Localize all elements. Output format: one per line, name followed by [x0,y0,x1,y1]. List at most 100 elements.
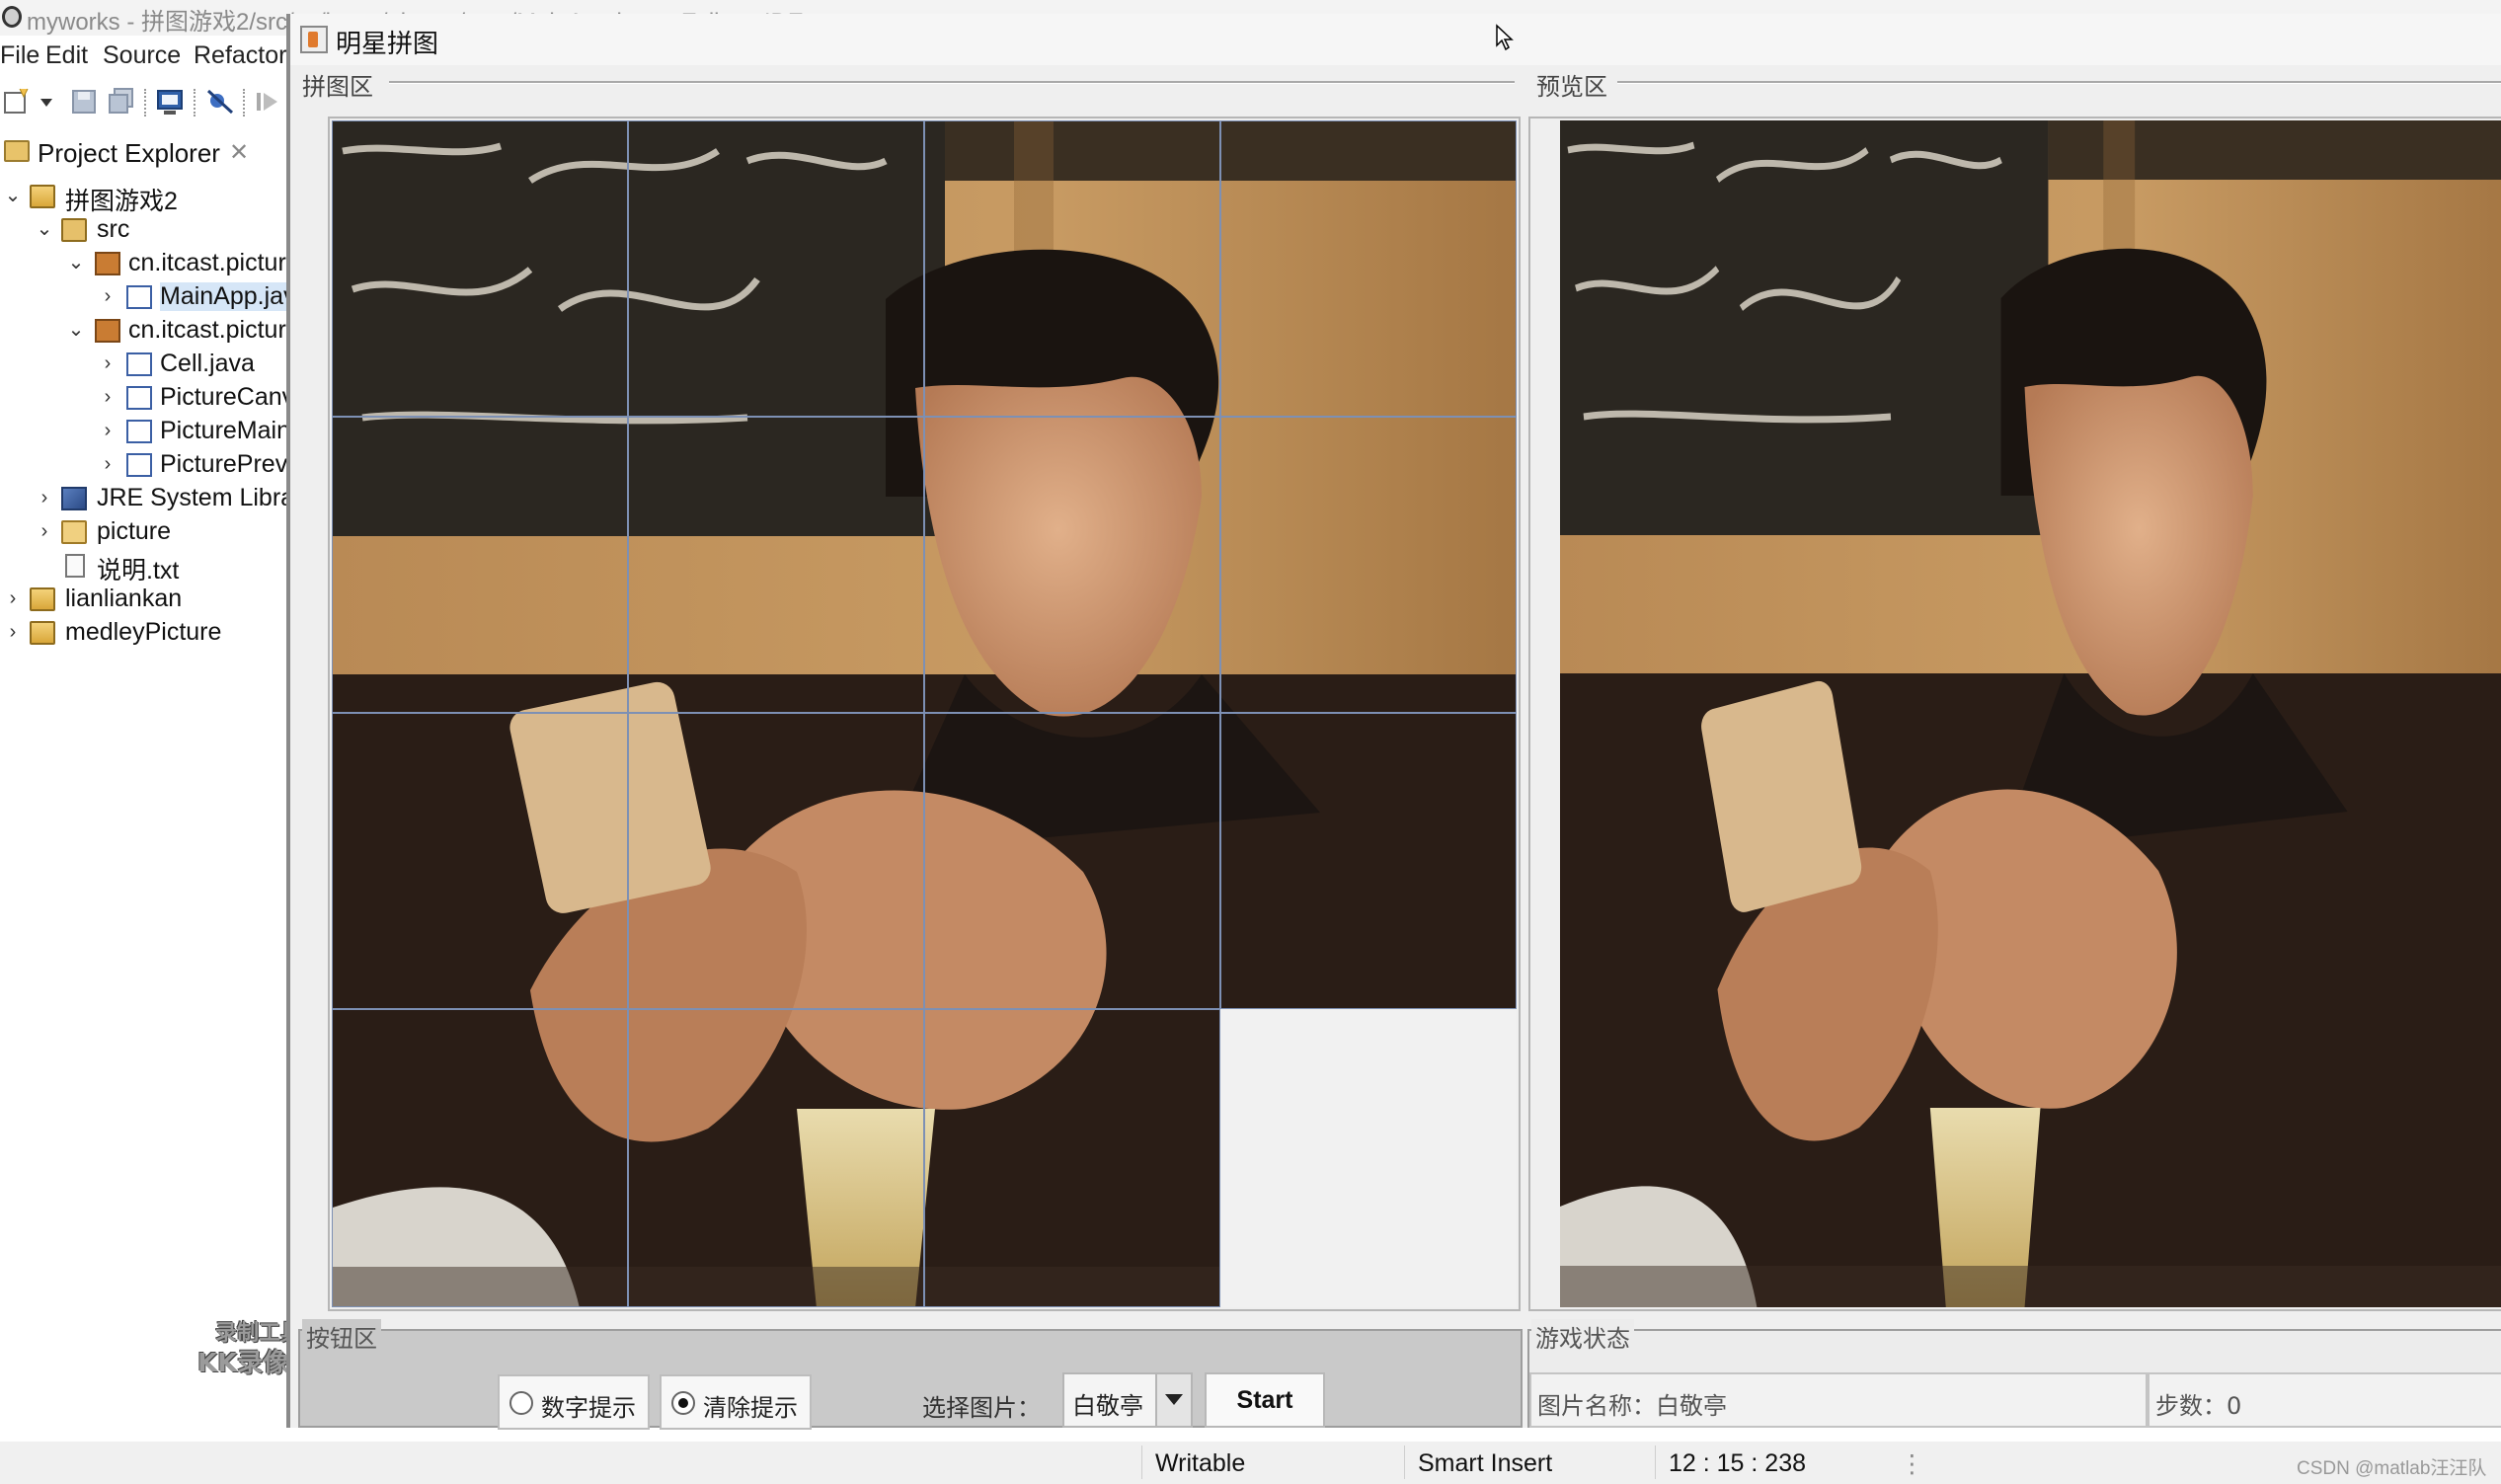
java-file-icon [126,352,152,376]
steps-field: 步数：0 [2148,1372,2501,1428]
chevron-down-icon[interactable]: ⌄ [4,184,22,207]
image-select-dropdown[interactable]: 白敬亭 [1062,1372,1193,1428]
puzzle-tile[interactable] [1220,120,1517,417]
tree-item-label: Cell.java [160,350,255,377]
image-name-text: 图片名称：白敬亭 [1537,1392,1727,1420]
java-file-icon [126,285,152,309]
chevron-right-icon[interactable]: › [36,486,53,509]
chevron-right-icon[interactable]: › [99,452,117,476]
chevron-right-icon[interactable]: › [99,351,117,375]
puzzle-tile[interactable] [332,713,628,1009]
dropdown-arrow-icon[interactable] [38,87,55,117]
close-icon[interactable]: ✕ [229,138,249,167]
project-explorer-tab[interactable]: Project Explorer ✕ [0,132,296,174]
puzzle-tile[interactable] [924,1009,1220,1307]
tree-item-label: picture [97,517,172,545]
tree-item-label: JRE System Library [97,484,296,511]
chevron-right-icon[interactable]: › [99,419,117,442]
puzzle-app-window: 明星拼图 拼图区 预览区 按钮区 数字提示 清除提示 选择图片： 白敬亭 Sta… [286,14,2501,1430]
chevron-down-icon[interactable]: ⌄ [67,318,85,342]
project-icon [30,185,55,208]
start-button[interactable]: Start [1205,1372,1325,1428]
source-folder-icon [61,218,87,242]
resume-icon[interactable] [253,87,282,117]
app-content: 拼图区 预览区 按钮区 数字提示 清除提示 选择图片： 白敬亭 Start 游戏… [290,65,2501,1430]
panel-border-line [1617,81,2501,84]
save-all-icon[interactable] [107,87,136,117]
mouse-cursor-icon [1496,24,1514,51]
tree-item-label: cn.itcast.picture.com [128,249,296,276]
puzzle-tile[interactable] [628,1009,924,1307]
chevron-right-icon[interactable]: › [4,620,22,644]
radio-unchecked-icon [509,1391,533,1415]
status-panel-title: 游戏状态 [1531,1319,1634,1354]
java-app-icon [300,26,328,53]
select-image-label: 选择图片： [922,1394,1041,1422]
save-icon[interactable] [69,87,99,117]
image-name-field: 图片名称：白敬亭 [1529,1372,2148,1428]
status-divider [1404,1445,1405,1479]
project-explorer-title: Project Explorer [38,138,220,168]
tree-item-label: 说明.txt [97,557,180,585]
tree-item-label: PicturePreview.java [160,450,296,478]
menu-source[interactable]: Source [103,41,181,70]
clear-hint-radio[interactable]: 清除提示 [660,1374,812,1430]
java-file-icon [126,453,152,477]
puzzle-tile[interactable] [332,120,628,417]
toolbar-separator [194,89,195,117]
new-wizard-icon[interactable] [2,87,32,117]
chevron-down-icon[interactable]: ⌄ [67,251,85,274]
steps-text: 步数：0 [2155,1392,2242,1420]
chevron-right-icon[interactable]: › [4,586,22,610]
chevron-right-icon[interactable]: › [36,519,53,543]
chevron-down-icon[interactable]: ⌄ [36,217,53,241]
status-writable: Writable [1155,1449,1246,1477]
app-title-bar[interactable]: 明星拼图 [290,14,2501,65]
puzzle-tile[interactable] [1220,417,1517,713]
csdn-watermark: CSDN @matlab汪汪队 [2297,1458,2487,1479]
skip-breakpoints-icon[interactable] [205,87,235,117]
button-panel: 按钮区 数字提示 清除提示 选择图片： 白敬亭 Start [298,1319,1523,1430]
package-icon [95,252,120,275]
chevron-right-icon[interactable]: › [99,284,117,308]
panel-border-line [389,81,1515,84]
puzzle-tile[interactable] [1220,713,1517,1009]
package-icon [95,319,120,343]
project-explorer-tree: ⌄ 拼图游戏2 ⌄ src ⌄ cn.itcast.picture.com › … [0,180,296,654]
status-more-icon[interactable]: ⋮ [1900,1449,1924,1479]
toolbar-separator [243,89,245,117]
radio-checked-icon [671,1391,695,1415]
project-explorer-icon [4,140,30,162]
puzzle-tile[interactable] [924,713,1220,1009]
puzzle-tile[interactable] [924,417,1220,713]
puzzle-tile[interactable] [924,120,1220,417]
dropdown-arrow-icon[interactable] [1155,1374,1191,1426]
puzzle-tile[interactable] [628,417,924,713]
status-divider [1141,1445,1142,1479]
menu-refactor[interactable]: Refactor [194,41,286,70]
tree-item-label: lianliankan [65,585,183,612]
number-hint-radio[interactable]: 数字提示 [498,1374,650,1430]
puzzle-tile[interactable] [628,713,924,1009]
java-file-icon [126,420,152,443]
number-hint-label: 数字提示 [541,1394,636,1422]
toolbar-separator [144,89,146,117]
ide-status-bar: Writable Smart Insert 12 : 15 : 238 ⋮ CS… [0,1442,2501,1484]
puzzle-tile[interactable] [332,417,628,713]
puzzle-blank-cell[interactable] [1220,1009,1517,1307]
java-file-icon [126,386,152,410]
terminal-icon[interactable] [156,87,186,117]
puzzle-board[interactable] [332,120,1517,1307]
image-select-value: 白敬亭 [1072,1392,1143,1420]
chevron-right-icon[interactable]: › [99,385,117,409]
puzzle-tile[interactable] [628,120,924,417]
tree-item-label: MainApp.java [160,282,296,311]
ide-menu-bar: File Edit Source Refactor [0,38,296,77]
menu-file[interactable]: File [0,41,39,70]
status-cursor-position: 12 : 15 : 238 [1669,1449,1807,1477]
library-icon [61,487,87,510]
tree-item-label: cn.itcast.picture.ui [128,316,296,344]
menu-edit[interactable]: Edit [45,41,88,70]
puzzle-tile[interactable] [332,1009,628,1307]
